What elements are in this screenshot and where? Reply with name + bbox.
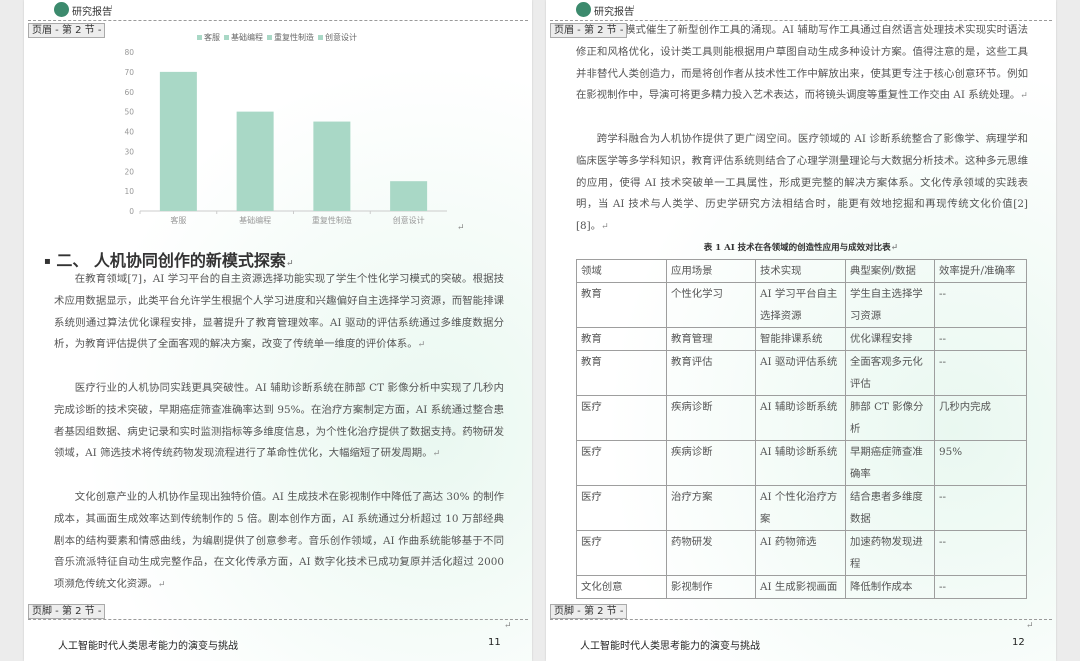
table-cell: -- xyxy=(934,350,1027,396)
table-cell: 优化课程安排 xyxy=(845,327,935,351)
table-caption: 表 1 AI 技术在各领域的创造性应用与成效对比表↵ xyxy=(703,243,899,253)
paragraph-culture: 文化创意产业的人机协作呈现出独特价值。AI 生成技术在影视制作中降低了高达 30… xyxy=(54,491,504,591)
x-tick-label: 重复性制造 xyxy=(312,215,352,225)
y-tick-label: 70 xyxy=(124,68,134,77)
y-tick-label: 0 xyxy=(129,207,134,216)
table-cell: 药物研发 xyxy=(666,530,756,576)
table-row: 医疗 治疗方案 AI 个性化治疗方案 结合患者多维度数据 -- xyxy=(576,485,1027,531)
table-cell: 结合患者多维度数据 xyxy=(845,485,935,531)
x-tick-label: 基础编程 xyxy=(239,215,271,225)
table-cell: 早期癌症筛查准确率 xyxy=(845,440,935,486)
bar-chart: 客服 基础编程 重复性制造 创意设计 0 10 20 30 40 50 60 70 80 客服 基础编程 重… xyxy=(102,25,452,230)
table-cell: 个性化学习 xyxy=(666,282,756,328)
table-cell: -- xyxy=(934,530,1027,576)
footer-section-tag[interactable]: 页脚 - 第 2 节 - xyxy=(28,604,106,619)
table-row: 医疗 疾病诊断 AI 辅助诊断系统 早期癌症筛查准确率 95% xyxy=(576,440,1027,486)
table-cell: 全面客观多元化评估 xyxy=(845,350,935,396)
table-cell: 治疗方案 xyxy=(666,485,756,531)
table-cell: 教育 xyxy=(576,282,667,328)
table-cell: 教育评估 xyxy=(666,350,756,396)
paragraph-medical: 医疗行业的人机协同实践更具突破性。AI 辅助诊断系统在肺部 CT 影像分析中实现… xyxy=(54,382,504,460)
y-tick-label: 30 xyxy=(124,147,134,156)
bar xyxy=(236,111,274,211)
x-tick-label: 创意设计 xyxy=(393,215,425,225)
table-cell: 肺部 CT 影像分析 xyxy=(845,395,935,441)
paragraph-tools: 协同模式催生了新型创作工具的涌现。AI 辅助写作工具通过自然语言处理技术实现实时… xyxy=(576,24,1028,102)
bar xyxy=(313,121,351,211)
table-row: 教育 个性化学习 AI 学习平台自主选择资源 学生自主选择学习资源 -- xyxy=(576,282,1027,328)
bar xyxy=(159,71,197,211)
y-tick-label: 10 xyxy=(124,187,134,196)
table-cell: AI 辅助诊断系统 xyxy=(755,440,846,486)
table-cell: 医疗 xyxy=(576,485,667,531)
table-cell: -- xyxy=(934,575,1027,599)
table-cell: 降低制作成本 xyxy=(845,575,935,599)
table-header-cell: 领域 xyxy=(576,259,667,283)
header-divider xyxy=(28,20,528,21)
report-logo-icon xyxy=(54,2,69,17)
table-row: 教育 教育管理 智能排课系统 优化课程安排 -- xyxy=(576,327,1027,351)
footer-divider xyxy=(550,619,1052,620)
page-number: 11 xyxy=(488,637,501,648)
y-tick-label: 50 xyxy=(124,108,134,117)
table-header-cell: 应用场景 xyxy=(666,259,756,283)
table-header-cell: 技术实现 xyxy=(755,259,846,283)
header-section-tag[interactable]: 页眉 - 第 2 节 - xyxy=(550,23,628,38)
paragraph-interdisciplinary: 跨学科融合为人机协作提供了更广阔空间。医疗领域的 AI 诊断系统整合了影像学、病… xyxy=(576,133,1028,233)
table-cell: AI 生成影视画面 xyxy=(755,575,846,599)
footer-divider xyxy=(28,619,528,620)
table-cell: 95% xyxy=(934,440,1027,486)
table-row: 教育 教育评估 AI 驱动评估系统 全面客观多元化评估 -- xyxy=(576,350,1027,396)
table-row: 医疗 疾病诊断 AI 辅助诊断系统 肺部 CT 影像分析 几秒内完成 xyxy=(576,395,1027,441)
page-12: 研究报告 ↵ 页眉 - 第 2 节 - 协同模式催生了新型创作工具的涌现。AI … xyxy=(546,0,1056,661)
page-number: 12 xyxy=(1012,637,1025,648)
report-logo-icon xyxy=(576,2,591,17)
table-cell: 文化创意 xyxy=(576,575,667,599)
table-cell: 教育 xyxy=(576,327,667,351)
table-cell: 疾病诊断 xyxy=(666,440,756,486)
table-cell: 影视制作 xyxy=(666,575,756,599)
table-cell: -- xyxy=(934,327,1027,351)
bar xyxy=(390,181,428,211)
table-cell: 医疗 xyxy=(576,395,667,441)
table-cell: AI 药物筛选 xyxy=(755,530,846,576)
y-tick-label: 60 xyxy=(124,88,134,97)
table-cell: -- xyxy=(934,282,1027,328)
bar-chart-plot: 0 10 20 30 40 50 60 70 80 客服 基础编程 重复性制造 创意设计 xyxy=(124,48,447,225)
table-row: 医疗 药物研发 AI 药物筛选 加速药物发现进程 -- xyxy=(576,530,1027,576)
table-cell: AI 辅助诊断系统 xyxy=(755,395,846,441)
table-cell: 疾病诊断 xyxy=(666,395,756,441)
table-cell: 几秒内完成 xyxy=(934,395,1027,441)
page-11: 研究报告 ↵ 页眉 - 第 2 节 - 客服 基础编程 重复性制造 创意设计 0 10 2… xyxy=(24,0,532,661)
table-cell: 教育管理 xyxy=(666,327,756,351)
table-cell: 医疗 xyxy=(576,440,667,486)
table-cell: 智能排课系统 xyxy=(755,327,846,351)
footer-title: 人工智能时代人类思考能力的演变与挑战 xyxy=(580,641,760,652)
table-header-cell: 效率提升/准确率 xyxy=(934,259,1027,283)
table-header-cell: 典型案例/数据 xyxy=(845,259,935,283)
y-tick-label: 20 xyxy=(124,167,134,176)
table-cell: AI 个性化治疗方案 xyxy=(755,485,846,531)
footer-section-tag[interactable]: 页脚 - 第 2 节 - xyxy=(550,604,628,619)
table-cell: AI 驱动评估系统 xyxy=(755,350,846,396)
table-cell: AI 学习平台自主选择资源 xyxy=(755,282,846,328)
table-cell: 加速药物发现进程 xyxy=(845,530,935,576)
table-header-row: 领域 应用场景 技术实现 典型案例/数据 效率提升/准确率 xyxy=(576,259,1027,283)
table-cell: -- xyxy=(934,485,1027,531)
header-section-tag[interactable]: 页眉 - 第 2 节 - xyxy=(28,23,106,38)
y-tick-label: 80 xyxy=(124,48,134,57)
comparison-table: 领域 应用场景 技术实现 典型案例/数据 效率提升/准确率 教育 个性化学习 AI … xyxy=(576,259,1027,599)
y-tick-label: 40 xyxy=(124,128,134,137)
table-cell: 学生自主选择学习资源 xyxy=(845,282,935,328)
table-row: 文化创意 影视制作 AI 生成影视画面 降低制作成本 -- xyxy=(576,575,1027,599)
paragraph-education: 在教育领域[7]，AI 学习平台的自主资源选择功能实现了学生个性化学习模式的突破… xyxy=(54,273,504,351)
table-cell: 医疗 xyxy=(576,530,667,576)
section-heading: ▪ 二、 人机协同创作的新模式探索↵ xyxy=(44,251,294,270)
table-cell: 教育 xyxy=(576,350,667,396)
footer-title: 人工智能时代人类思考能力的演变与挑战 xyxy=(58,641,238,652)
x-tick-label: 客服 xyxy=(170,215,186,225)
